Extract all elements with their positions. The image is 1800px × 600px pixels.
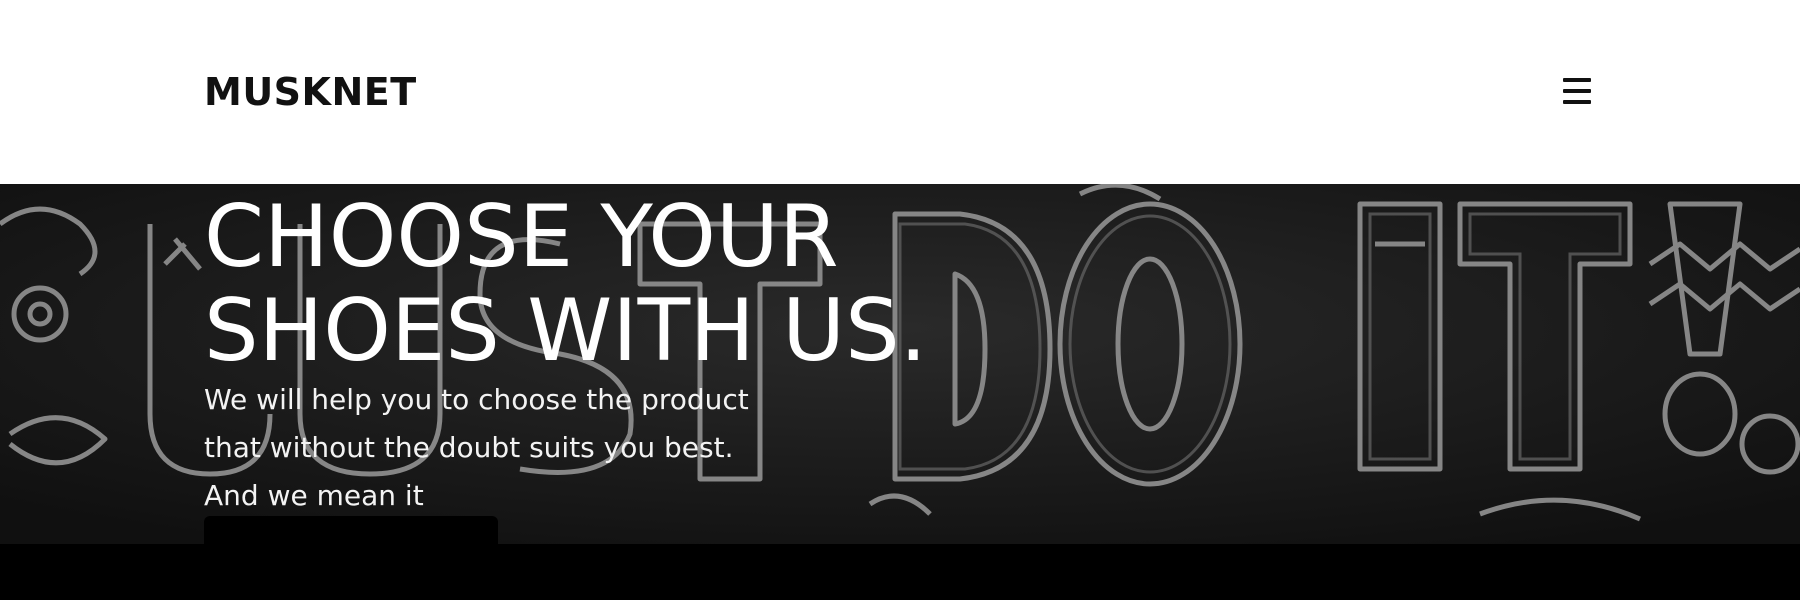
hero-description: We will help you to choose the product t… [204, 376, 804, 520]
site-header: MUSKNET [0, 0, 1800, 184]
hero-description-line: that without the doubt suits you best. [204, 431, 734, 464]
menu-bar-bottom [1563, 100, 1591, 104]
hamburger-menu-icon[interactable] [1562, 76, 1592, 106]
menu-bar-top [1563, 78, 1591, 82]
site-logo[interactable]: MUSKNET [204, 70, 417, 114]
hero-section: CHOOSE YOUR SHOES WITH US. We will help … [0, 184, 1800, 544]
hero-description-line: And we mean it [204, 479, 424, 512]
menu-bar-middle [1563, 89, 1591, 93]
hero-description-line: We will help you to choose the product [204, 383, 749, 416]
hero-title: CHOOSE YOUR SHOES WITH US. [204, 187, 928, 381]
bottom-bar [0, 544, 1800, 600]
hero-cta-button[interactable] [204, 516, 498, 544]
